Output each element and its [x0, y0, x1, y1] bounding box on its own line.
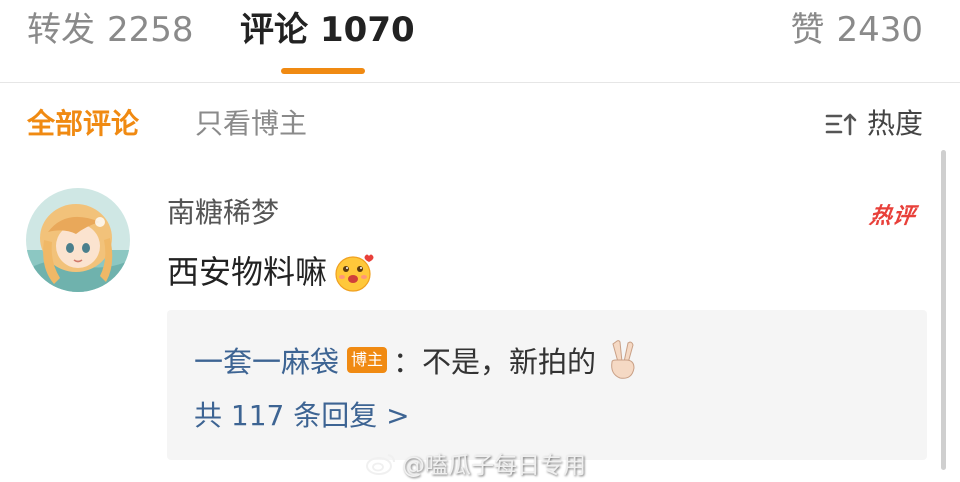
active-tab-indicator: [281, 68, 365, 74]
reply-username[interactable]: 一套一麻袋: [194, 339, 339, 381]
hot-comment-badge: 热评: [867, 204, 918, 229]
reply-text: ：不是，新拍的: [393, 345, 597, 379]
avatar[interactable]: [26, 188, 130, 292]
peace-sign-icon: [611, 340, 635, 379]
tab-likes-count: 2430: [836, 10, 923, 50]
view-replies-link[interactable]: 共 117 条回复 >: [194, 398, 410, 434]
tab-comments[interactable]: 评论 1070: [240, 10, 415, 50]
tab-repost[interactable]: 转发 2258: [27, 10, 194, 50]
tab-repost-count: 2258: [107, 10, 194, 50]
scrollbar[interactable]: [941, 150, 946, 470]
filter-all-comments[interactable]: 全部评论: [27, 106, 139, 142]
tab-likes-label: 赞: [790, 10, 825, 50]
avatar-anime-girl-icon: [26, 188, 130, 292]
comment-text: 西安物料嘛: [167, 253, 328, 291]
author-tag: 博主: [347, 347, 388, 373]
blushing-face-icon: [335, 254, 374, 292]
weibo-icon: [366, 454, 395, 475]
filter-author-only[interactable]: 只看博主: [195, 106, 307, 142]
comment-username[interactable]: 南糖稀梦: [167, 196, 279, 230]
watermark: @嗑瓜子每日专用: [366, 446, 586, 480]
reply-preview-box[interactable]: 一套一麻袋 博主 ：不是，新拍的 共 117 条回复 >: [167, 310, 927, 460]
tab-comments-count: 1070: [320, 10, 415, 50]
top-reply: 一套一麻袋 博主 ：不是，新拍的: [194, 338, 640, 382]
tab-bar: 转发 2258 评论 1070 赞 2430: [0, 0, 960, 83]
sort-icon: [825, 113, 857, 136]
tab-repost-label: 转发: [27, 10, 95, 50]
tab-likes[interactable]: 赞 2430: [790, 10, 923, 50]
sort-label: 热度: [866, 107, 923, 140]
tab-comments-label: 评论: [240, 10, 308, 50]
comment-body: 西安物料嘛: [167, 250, 377, 294]
watermark-text: @嗑瓜子每日专用: [402, 453, 586, 479]
sort-by-popularity-button[interactable]: 热度: [825, 106, 923, 142]
